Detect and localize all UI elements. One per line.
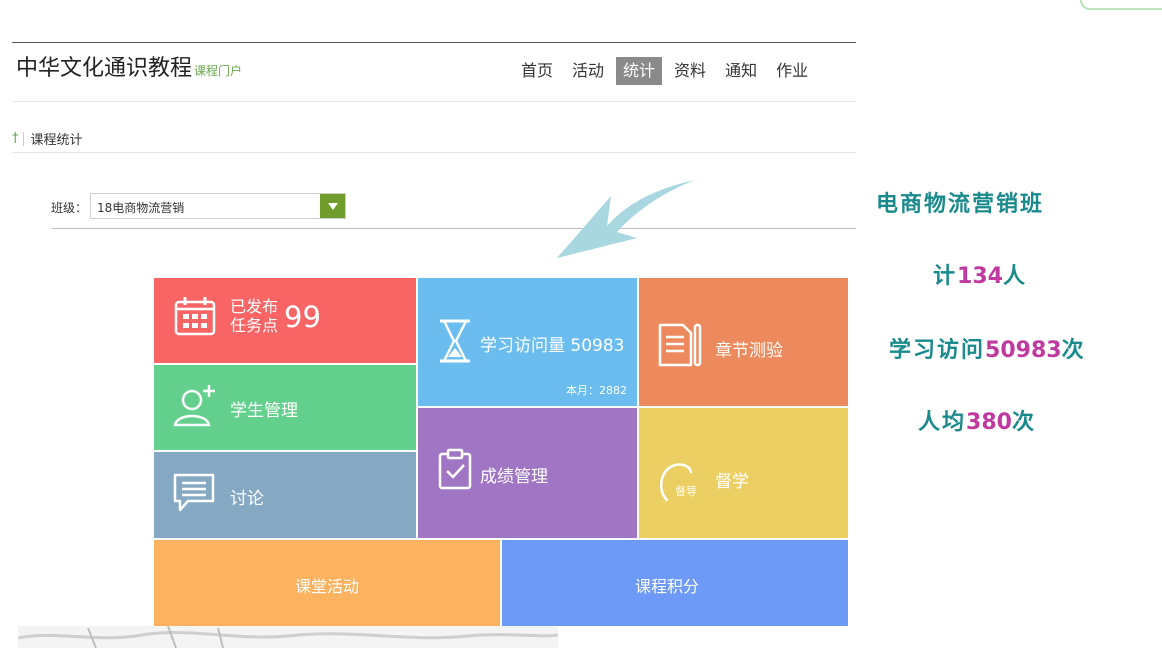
- tile-visits-label: 学习访问量 50983: [480, 336, 625, 356]
- annotation-total-number: 134: [957, 264, 1003, 289]
- tile-published-tasks[interactable]: 已发布 任务点 99: [154, 278, 416, 363]
- breadcrumb: † 课程统计: [12, 129, 83, 148]
- user-add-icon: [173, 385, 215, 427]
- tile-students-label: 学生管理: [230, 401, 298, 421]
- tasks-count: 99: [284, 300, 321, 334]
- clipboard-check-icon: [438, 448, 472, 490]
- breadcrumb-label: 课程统计: [30, 133, 83, 148]
- tile-chapter-quiz[interactable]: 章节测验: [639, 278, 848, 406]
- tile-grade-management[interactable]: 成绩管理: [418, 408, 637, 538]
- document-icon: [658, 323, 702, 367]
- dropdown-arrow-icon[interactable]: [320, 194, 345, 218]
- class-label: 班级：: [51, 201, 88, 215]
- main-nav: 首页 活动 统计 资料 通知 作业: [514, 57, 820, 85]
- tile-class-activity[interactable]: 课堂活动: [154, 540, 500, 626]
- tile-visits[interactable]: 学习访问量 50983 本月：2882: [418, 278, 637, 406]
- annotation-visits-prefix: 学习访问: [889, 337, 986, 363]
- annotation-total: 计134人: [933, 258, 1027, 290]
- nav-homework[interactable]: 作业: [769, 57, 815, 85]
- tile-discuss-label: 讨论: [230, 489, 264, 509]
- tasks-line2: 任务点: [230, 316, 279, 335]
- tasks-line1: 已发布: [230, 297, 279, 316]
- annotation-average-number: 380: [966, 410, 1012, 435]
- header-divider: [12, 101, 856, 102]
- supervise-icon-text: 督导: [675, 485, 697, 498]
- annotation-average-suffix: 次: [1011, 409, 1036, 435]
- tile-points-label: 课程积分: [634, 577, 699, 596]
- course-title: 中华文化通识教程: [16, 56, 193, 81]
- class-select-value: 18电商物流营销: [97, 201, 185, 215]
- annotation-visits: 学习访问50983次: [889, 332, 1086, 364]
- breadcrumb-divider: [12, 152, 856, 153]
- tile-discussion[interactable]: 讨论: [154, 452, 416, 538]
- top-rule: [12, 42, 856, 43]
- annotation-visits-number: 50983: [985, 338, 1062, 363]
- nav-statistics[interactable]: 统计: [616, 57, 663, 85]
- tile-student-management[interactable]: 学生管理: [154, 365, 416, 450]
- filter-divider: [52, 228, 856, 229]
- tile-course-points[interactable]: 课程积分: [502, 540, 848, 626]
- annotation-total-suffix: 人: [1002, 263, 1027, 289]
- nav-activity[interactable]: 活动: [565, 57, 611, 85]
- site-title: 中华文化通识教程 课程门户: [16, 50, 242, 82]
- tile-supervise-label: 督学: [715, 472, 749, 492]
- annotation-class-name: 电商物流营销班: [876, 191, 1045, 217]
- annotation-total-prefix: 计: [933, 263, 958, 289]
- visits-month: 本月：2882: [566, 384, 627, 397]
- cross-icon: †: [12, 131, 19, 146]
- corner-tab: [1080, 0, 1162, 10]
- class-select[interactable]: 18电商物流营销: [90, 193, 346, 219]
- tile-quiz-label: 章节测验: [715, 341, 783, 361]
- nav-home[interactable]: 首页: [514, 57, 560, 85]
- annotation-average: 人均380次: [918, 404, 1036, 436]
- bottom-decoration: [18, 626, 558, 648]
- annotation-average-prefix: 人均: [918, 409, 967, 435]
- tile-supervise[interactable]: 督导 督学: [639, 408, 848, 538]
- tile-grades-label: 成绩管理: [480, 467, 548, 487]
- calendar-icon: [174, 297, 216, 336]
- breadcrumb-separator: [22, 131, 24, 146]
- nav-materials[interactable]: 资料: [667, 57, 713, 85]
- pointer-arrow-icon: [557, 180, 695, 258]
- nav-notice[interactable]: 通知: [718, 57, 764, 85]
- hourglass-icon: [440, 319, 470, 363]
- tile-class-activity-label: 课堂活动: [294, 577, 359, 596]
- chat-icon: [173, 473, 215, 512]
- course-portal-link[interactable]: 课程门户: [194, 64, 242, 78]
- annotation-visits-suffix: 次: [1061, 337, 1086, 363]
